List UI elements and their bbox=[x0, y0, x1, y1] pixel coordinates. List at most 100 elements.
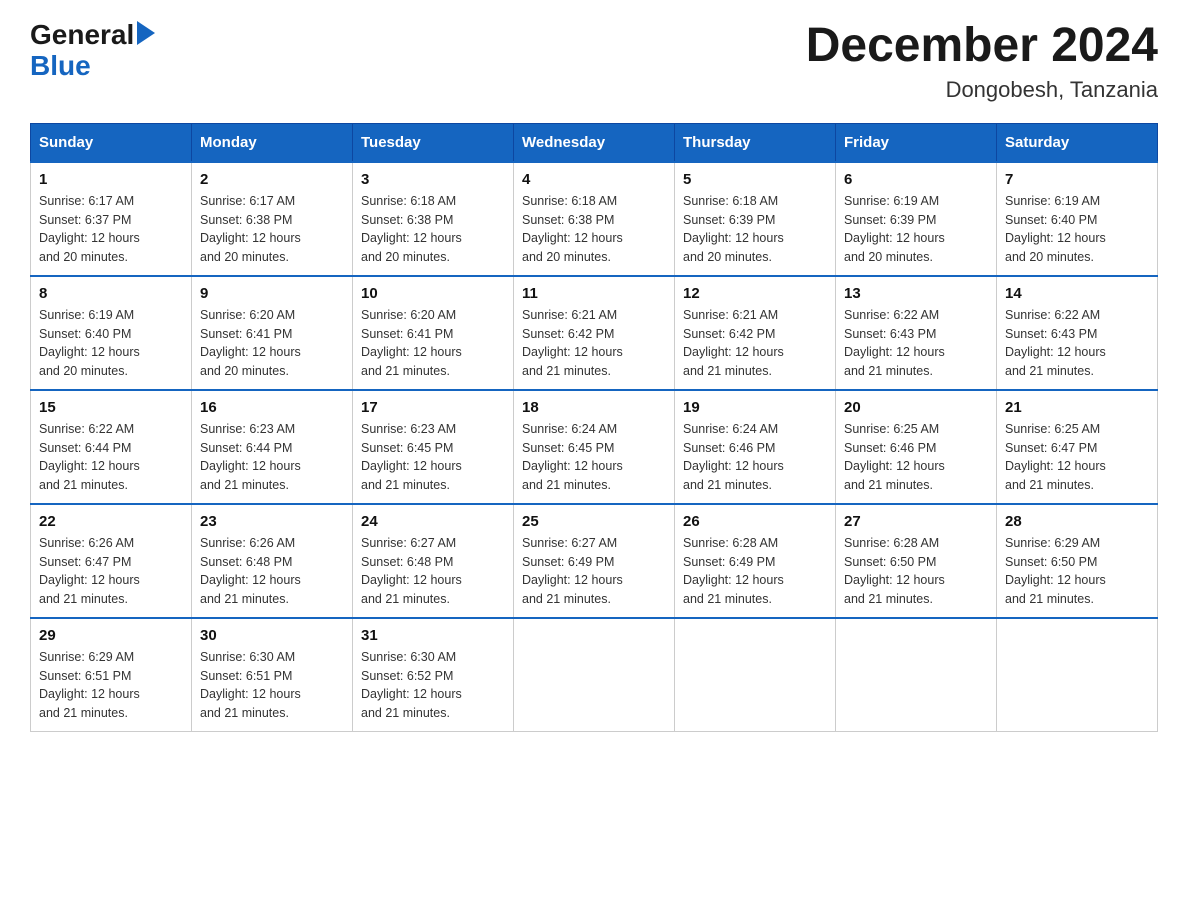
day-info: Sunrise: 6:23 AMSunset: 6:45 PMDaylight:… bbox=[361, 420, 505, 495]
day-number: 5 bbox=[683, 171, 827, 188]
calendar-cell: 15Sunrise: 6:22 AMSunset: 6:44 PMDayligh… bbox=[31, 390, 192, 504]
day-info: Sunrise: 6:25 AMSunset: 6:46 PMDaylight:… bbox=[844, 420, 988, 495]
day-number: 9 bbox=[200, 285, 344, 302]
calendar-cell: 17Sunrise: 6:23 AMSunset: 6:45 PMDayligh… bbox=[353, 390, 514, 504]
page-title: December 2024 bbox=[806, 20, 1158, 73]
day-info: Sunrise: 6:25 AMSunset: 6:47 PMDaylight:… bbox=[1005, 420, 1149, 495]
calendar-cell: 27Sunrise: 6:28 AMSunset: 6:50 PMDayligh… bbox=[836, 504, 997, 618]
calendar-header-thursday: Thursday bbox=[675, 123, 836, 162]
day-number: 4 bbox=[522, 171, 666, 188]
calendar-cell: 30 Sunrise: 6:30 AMSunset: 6:51 PMDayligh… bbox=[192, 618, 353, 732]
day-info: Sunrise: 6:19 AMSunset: 6:40 PMDaylight:… bbox=[1005, 192, 1149, 267]
day-info: Sunrise: 6:20 AMSunset: 6:41 PMDaylight:… bbox=[361, 306, 505, 381]
day-number: 1 bbox=[39, 171, 183, 188]
calendar-cell: 5 Sunrise: 6:18 AMSunset: 6:39 PMDaylight… bbox=[675, 162, 836, 276]
day-number: 26 bbox=[683, 513, 827, 530]
day-number: 12 bbox=[683, 285, 827, 302]
calendar-cell: 7 Sunrise: 6:19 AMSunset: 6:40 PMDaylight… bbox=[997, 162, 1158, 276]
day-number: 20 bbox=[844, 399, 988, 416]
day-info: Sunrise: 6:21 AMSunset: 6:42 PMDaylight:… bbox=[522, 306, 666, 381]
calendar-week-row-1: 1 Sunrise: 6:17 AMSunset: 6:37 PMDaylight… bbox=[31, 162, 1158, 276]
day-info: Sunrise: 6:20 AMSunset: 6:41 PMDaylight:… bbox=[200, 306, 344, 381]
day-info: Sunrise: 6:24 AMSunset: 6:45 PMDaylight:… bbox=[522, 420, 666, 495]
day-number: 31 bbox=[361, 627, 505, 644]
day-info: Sunrise: 6:26 AMSunset: 6:48 PMDaylight:… bbox=[200, 534, 344, 609]
day-info: Sunrise: 6:28 AMSunset: 6:50 PMDaylight:… bbox=[844, 534, 988, 609]
day-info: Sunrise: 6:18 AMSunset: 6:39 PMDaylight:… bbox=[683, 192, 827, 267]
calendar-week-row-2: 8 Sunrise: 6:19 AMSunset: 6:40 PMDaylight… bbox=[31, 276, 1158, 390]
calendar-cell: 14Sunrise: 6:22 AMSunset: 6:43 PMDayligh… bbox=[997, 276, 1158, 390]
day-number: 19 bbox=[683, 399, 827, 416]
calendar-cell: 21 Sunrise: 6:25 AMSunset: 6:47 PMDayligh… bbox=[997, 390, 1158, 504]
day-number: 7 bbox=[1005, 171, 1149, 188]
day-info: Sunrise: 6:17 AMSunset: 6:38 PMDaylight:… bbox=[200, 192, 344, 267]
logo-general-text: General bbox=[30, 20, 134, 51]
calendar-header-monday: Monday bbox=[192, 123, 353, 162]
calendar-cell: 25 Sunrise: 6:27 AMSunset: 6:49 PMDayligh… bbox=[514, 504, 675, 618]
calendar-cell: 1 Sunrise: 6:17 AMSunset: 6:37 PMDaylight… bbox=[31, 162, 192, 276]
calendar-cell: 12Sunrise: 6:21 AMSunset: 6:42 PMDayligh… bbox=[675, 276, 836, 390]
calendar-week-row-5: 29Sunrise: 6:29 AMSunset: 6:51 PMDayligh… bbox=[31, 618, 1158, 732]
calendar-cell: 11Sunrise: 6:21 AMSunset: 6:42 PMDayligh… bbox=[514, 276, 675, 390]
calendar-cell bbox=[675, 618, 836, 732]
calendar-cell: 8 Sunrise: 6:19 AMSunset: 6:40 PMDaylight… bbox=[31, 276, 192, 390]
day-number: 15 bbox=[39, 399, 183, 416]
calendar-cell: 26 Sunrise: 6:28 AMSunset: 6:49 PMDayligh… bbox=[675, 504, 836, 618]
day-info: Sunrise: 6:29 AMSunset: 6:51 PMDaylight:… bbox=[39, 648, 183, 723]
day-info: Sunrise: 6:18 AMSunset: 6:38 PMDaylight:… bbox=[522, 192, 666, 267]
day-info: Sunrise: 6:27 AMSunset: 6:48 PMDaylight:… bbox=[361, 534, 505, 609]
page-header: General Blue December 2024 Dongobesh, Ta… bbox=[30, 20, 1158, 103]
calendar-week-row-4: 22 Sunrise: 6:26 AMSunset: 6:47 PMDayligh… bbox=[31, 504, 1158, 618]
calendar-header-friday: Friday bbox=[836, 123, 997, 162]
day-info: Sunrise: 6:24 AMSunset: 6:46 PMDaylight:… bbox=[683, 420, 827, 495]
day-number: 18 bbox=[522, 399, 666, 416]
calendar-cell: 23 Sunrise: 6:26 AMSunset: 6:48 PMDayligh… bbox=[192, 504, 353, 618]
day-number: 2 bbox=[200, 171, 344, 188]
day-number: 3 bbox=[361, 171, 505, 188]
title-block: December 2024 Dongobesh, Tanzania bbox=[806, 20, 1158, 103]
day-info: Sunrise: 6:22 AMSunset: 6:43 PMDaylight:… bbox=[1005, 306, 1149, 381]
calendar-cell: 10 Sunrise: 6:20 AMSunset: 6:41 PMDayligh… bbox=[353, 276, 514, 390]
day-number: 6 bbox=[844, 171, 988, 188]
calendar-header-sunday: Sunday bbox=[31, 123, 192, 162]
day-info: Sunrise: 6:26 AMSunset: 6:47 PMDaylight:… bbox=[39, 534, 183, 609]
calendar-cell: 16Sunrise: 6:23 AMSunset: 6:44 PMDayligh… bbox=[192, 390, 353, 504]
day-info: Sunrise: 6:22 AMSunset: 6:43 PMDaylight:… bbox=[844, 306, 988, 381]
day-info: Sunrise: 6:30 AMSunset: 6:51 PMDaylight:… bbox=[200, 648, 344, 723]
day-info: Sunrise: 6:17 AMSunset: 6:37 PMDaylight:… bbox=[39, 192, 183, 267]
day-number: 23 bbox=[200, 513, 344, 530]
calendar-cell: 28Sunrise: 6:29 AMSunset: 6:50 PMDayligh… bbox=[997, 504, 1158, 618]
day-info: Sunrise: 6:28 AMSunset: 6:49 PMDaylight:… bbox=[683, 534, 827, 609]
day-number: 16 bbox=[200, 399, 344, 416]
day-number: 10 bbox=[361, 285, 505, 302]
day-info: Sunrise: 6:18 AMSunset: 6:38 PMDaylight:… bbox=[361, 192, 505, 267]
day-info: Sunrise: 6:27 AMSunset: 6:49 PMDaylight:… bbox=[522, 534, 666, 609]
calendar-header-wednesday: Wednesday bbox=[514, 123, 675, 162]
calendar-header-row: SundayMondayTuesdayWednesdayThursdayFrid… bbox=[31, 123, 1158, 162]
day-number: 22 bbox=[39, 513, 183, 530]
calendar-week-row-3: 15Sunrise: 6:22 AMSunset: 6:44 PMDayligh… bbox=[31, 390, 1158, 504]
calendar-cell bbox=[836, 618, 997, 732]
page-subtitle: Dongobesh, Tanzania bbox=[806, 77, 1158, 103]
day-number: 25 bbox=[522, 513, 666, 530]
calendar-header-tuesday: Tuesday bbox=[353, 123, 514, 162]
calendar-cell: 13Sunrise: 6:22 AMSunset: 6:43 PMDayligh… bbox=[836, 276, 997, 390]
calendar-cell: 18 Sunrise: 6:24 AMSunset: 6:45 PMDayligh… bbox=[514, 390, 675, 504]
logo-arrow-icon bbox=[137, 21, 155, 45]
day-number: 8 bbox=[39, 285, 183, 302]
calendar-header-saturday: Saturday bbox=[997, 123, 1158, 162]
logo: General Blue bbox=[30, 20, 155, 82]
day-info: Sunrise: 6:19 AMSunset: 6:40 PMDaylight:… bbox=[39, 306, 183, 381]
calendar-cell: 3 Sunrise: 6:18 AMSunset: 6:38 PMDaylight… bbox=[353, 162, 514, 276]
day-number: 21 bbox=[1005, 399, 1149, 416]
day-number: 30 bbox=[200, 627, 344, 644]
day-info: Sunrise: 6:19 AMSunset: 6:39 PMDaylight:… bbox=[844, 192, 988, 267]
calendar-cell: 22 Sunrise: 6:26 AMSunset: 6:47 PMDayligh… bbox=[31, 504, 192, 618]
day-number: 24 bbox=[361, 513, 505, 530]
calendar-table: SundayMondayTuesdayWednesdayThursdayFrid… bbox=[30, 123, 1158, 732]
calendar-cell: 19 Sunrise: 6:24 AMSunset: 6:46 PMDayligh… bbox=[675, 390, 836, 504]
calendar-cell: 2 Sunrise: 6:17 AMSunset: 6:38 PMDaylight… bbox=[192, 162, 353, 276]
day-info: Sunrise: 6:29 AMSunset: 6:50 PMDaylight:… bbox=[1005, 534, 1149, 609]
calendar-cell: 4 Sunrise: 6:18 AMSunset: 6:38 PMDaylight… bbox=[514, 162, 675, 276]
calendar-cell bbox=[997, 618, 1158, 732]
